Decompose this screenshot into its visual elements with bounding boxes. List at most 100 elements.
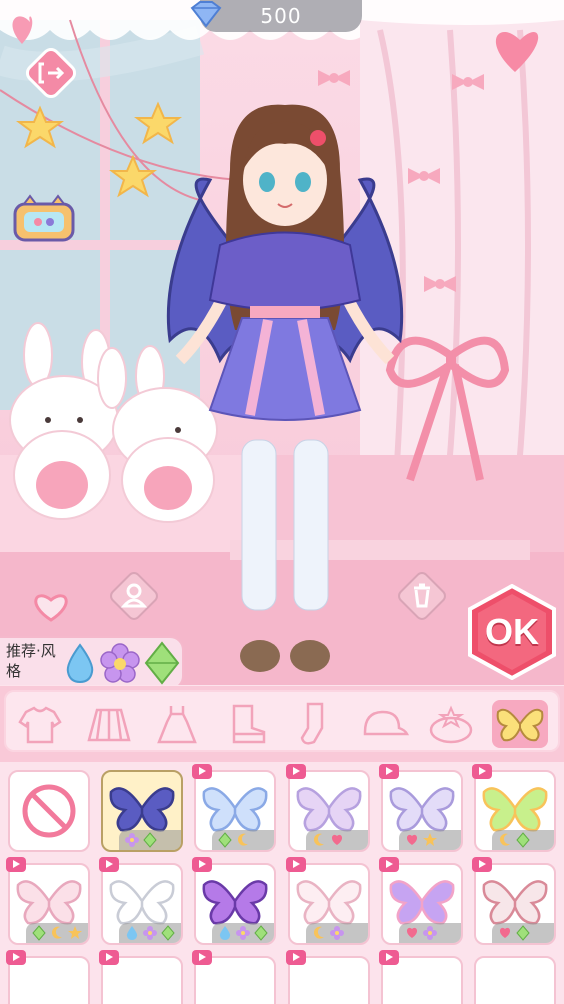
exit-icon (25, 47, 77, 99)
gem-icon (516, 832, 530, 848)
wardrobe-item-none[interactable] (8, 770, 90, 852)
wardrobe-item-pink-angel-wings[interactable] (288, 863, 370, 945)
socks-icon (300, 702, 324, 745)
wardrobe-item-pink-feather-wings[interactable] (8, 863, 90, 945)
video-unlock-icon (192, 764, 212, 779)
heart-icon (406, 834, 418, 845)
moon-icon (313, 833, 324, 846)
video-unlock-icon (286, 950, 306, 965)
exit-button[interactable] (22, 44, 80, 102)
hat-icon (363, 710, 409, 736)
wardrobe-item-dark-bat-wings[interactable] (101, 770, 183, 852)
gem-icon (32, 925, 46, 941)
diamond-icon (190, 1, 222, 28)
item-grid (0, 762, 564, 1004)
item-attribute-badge (26, 923, 88, 943)
wardrobe-item-pastel-butterfly-wings[interactable] (288, 770, 370, 852)
dress-icon (157, 706, 197, 744)
item-attribute-badge (306, 830, 368, 850)
video-unlock-icon (192, 857, 212, 872)
category-tab-accessory[interactable] (423, 700, 479, 748)
video-unlock-icon (6, 950, 26, 965)
star-icon (68, 926, 82, 939)
none-icon (22, 784, 76, 838)
category-tab-boots[interactable] (218, 700, 274, 748)
flower-icon (143, 926, 157, 940)
gamepad-icon (13, 194, 75, 242)
accessory-icon (429, 705, 473, 744)
gem-icon (516, 925, 530, 941)
category-tab-hat[interactable] (355, 700, 411, 748)
gem-icon (218, 832, 232, 848)
gamepad-button[interactable] (12, 194, 76, 244)
moon-icon (51, 926, 62, 939)
gem-icon (254, 925, 268, 941)
profile-button[interactable] (106, 568, 162, 624)
category-tab-socks[interactable] (286, 700, 342, 748)
item-attribute-badge (492, 830, 554, 850)
moon-icon (313, 926, 324, 939)
wardrobe-item-blue-fairy-wings[interactable] (194, 770, 276, 852)
drop-icon (219, 926, 231, 940)
dressed-character[interactable] (150, 100, 420, 680)
style-recommend-label: 推荐·风格 (6, 642, 56, 680)
boots-icon (232, 704, 265, 744)
item-attribute-badge (399, 923, 461, 943)
clear-outfit-button[interactable] (394, 568, 450, 624)
wings-icon (496, 708, 543, 742)
flower-icon (330, 926, 344, 940)
video-unlock-icon (379, 857, 399, 872)
item-attribute-badge (399, 830, 461, 850)
item-attribute-badge (306, 923, 368, 943)
video-unlock-icon (6, 857, 26, 872)
wardrobe-item-white-angel-wings[interactable] (101, 863, 183, 945)
gem-icon (143, 832, 157, 848)
moon-icon (499, 833, 510, 846)
gem-icon (161, 925, 175, 941)
video-unlock-icon (472, 857, 492, 872)
item-attribute-badge (212, 923, 274, 943)
heart-icon (34, 594, 68, 622)
drop-icon (126, 926, 138, 940)
video-unlock-icon (99, 857, 119, 872)
video-unlock-icon (379, 950, 399, 965)
wardrobe-item-purple-butterfly-wings[interactable] (194, 863, 276, 945)
item-attribute-badge (492, 923, 554, 943)
favorite-button[interactable] (28, 590, 74, 624)
video-unlock-icon (99, 950, 119, 965)
wardrobe-item-green-leaf-wings[interactable] (474, 770, 556, 852)
video-unlock-icon (472, 764, 492, 779)
ok-button[interactable]: OK (468, 583, 556, 681)
category-tab-wings[interactable] (491, 700, 548, 748)
category-bar (0, 686, 564, 762)
star-icon (423, 833, 437, 846)
wardrobe-item-partial[interactable] (474, 956, 556, 1004)
flower-icon (125, 833, 139, 847)
style-recommend-panel[interactable]: 推荐·风格 (0, 636, 184, 685)
category-tab-top[interactable] (12, 700, 68, 748)
flower-icon (100, 643, 140, 683)
trash-icon (398, 572, 446, 620)
wardrobe-item-violet-butterfly-wings[interactable] (381, 863, 463, 945)
heart-icon (499, 927, 511, 938)
ok-label: OK (485, 611, 539, 652)
item-attribute-badge (119, 923, 181, 943)
item-attribute-badge (119, 830, 181, 850)
wardrobe-item-rose-jeweled-wings[interactable] (474, 863, 556, 945)
video-unlock-icon (379, 764, 399, 779)
category-tab-dress[interactable] (149, 700, 205, 748)
wardrobe-item-lilac-fairy-wings[interactable] (381, 770, 463, 852)
green-gem-icon (144, 641, 180, 685)
video-unlock-icon (286, 857, 306, 872)
flower-icon (423, 926, 437, 940)
category-tabs (4, 690, 560, 752)
video-unlock-icon (286, 764, 306, 779)
item-attribute-badge (212, 830, 274, 850)
video-unlock-icon (192, 950, 212, 965)
water-drop-icon (66, 643, 94, 684)
heart-icon (331, 834, 343, 845)
category-tab-skirt[interactable] (81, 700, 137, 748)
heart-icon (406, 927, 418, 938)
flower-icon (236, 926, 250, 940)
person-icon (110, 572, 158, 620)
